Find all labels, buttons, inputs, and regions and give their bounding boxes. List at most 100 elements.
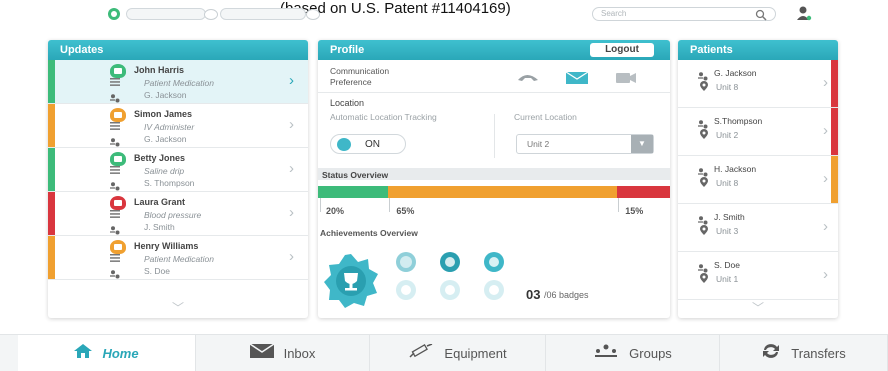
patient-name: J. Smith bbox=[714, 212, 745, 222]
location-pin-icon bbox=[700, 225, 708, 235]
badge-locked-icon[interactable] bbox=[484, 280, 504, 300]
status-percent-label: 65% bbox=[396, 206, 415, 216]
radio-icon[interactable] bbox=[204, 9, 218, 20]
chevron-right-icon[interactable]: › bbox=[823, 74, 828, 91]
patients-title: Patients bbox=[678, 40, 838, 60]
patient-list-item[interactable]: S.Thompson Unit 2 › bbox=[678, 108, 838, 156]
status-overview-header: Status Overview bbox=[318, 168, 670, 180]
update-patient-name: John Harris bbox=[134, 65, 185, 75]
tab-label: Groups bbox=[629, 346, 672, 361]
badge-earned-icon[interactable] bbox=[396, 252, 416, 272]
tab-groups[interactable]: Groups bbox=[546, 335, 720, 371]
home-icon bbox=[74, 344, 93, 363]
chevron-right-icon[interactable]: › bbox=[823, 122, 828, 139]
list-icon bbox=[110, 166, 120, 174]
logout-button[interactable]: Logout bbox=[590, 43, 654, 57]
tab-inbox[interactable]: Inbox bbox=[196, 335, 370, 371]
patient-list-item[interactable]: J. Smith Unit 3 › bbox=[678, 204, 838, 252]
radio-icon[interactable] bbox=[306, 9, 320, 20]
patient-list-item[interactable]: S. Doe Unit 1 › bbox=[678, 252, 838, 300]
chevron-right-icon[interactable]: › bbox=[823, 266, 828, 283]
badge-locked-icon[interactable] bbox=[440, 280, 460, 300]
update-staff: J. Smith bbox=[144, 222, 175, 232]
communication-icons bbox=[518, 71, 636, 84]
phone-icon[interactable] bbox=[518, 75, 538, 81]
status-percent-label: 20% bbox=[326, 206, 345, 216]
location-pin-icon bbox=[700, 177, 708, 187]
chevron-right-icon[interactable]: › bbox=[289, 204, 294, 221]
chevron-right-icon[interactable]: › bbox=[823, 218, 828, 235]
update-list-item[interactable]: Laura Grant Blood pressure J. Smith › bbox=[48, 192, 308, 236]
updates-title: Updates bbox=[48, 40, 308, 60]
divider bbox=[318, 92, 670, 93]
tab-transfers[interactable]: Transfers bbox=[720, 335, 888, 371]
chevron-right-icon[interactable]: › bbox=[289, 160, 294, 177]
tab-equipment[interactable]: Equipment bbox=[370, 335, 546, 371]
patients-list: G. Jackson Unit 8 › S.Thompson Unit 2 › … bbox=[678, 60, 838, 300]
staff-icon bbox=[110, 182, 120, 191]
envelope-icon[interactable] bbox=[565, 71, 589, 84]
status-segment bbox=[617, 186, 670, 198]
status-indicator bbox=[48, 192, 55, 235]
medical-bag-icon bbox=[110, 64, 126, 78]
update-patient-name: Betty Jones bbox=[134, 153, 186, 163]
current-location-label: Current Location bbox=[514, 112, 577, 122]
badge-grid bbox=[396, 252, 504, 300]
chevron-right-icon[interactable]: › bbox=[289, 72, 294, 89]
patient-name: G. Jackson bbox=[714, 68, 757, 78]
scroll-down-chevron-icon[interactable]: ﹀ bbox=[48, 299, 308, 316]
status-tick bbox=[389, 198, 391, 212]
location-pin-icon bbox=[700, 129, 708, 139]
patient-unit: Unit 8 bbox=[716, 178, 739, 188]
chevron-right-icon[interactable]: › bbox=[289, 116, 294, 133]
medical-bag-icon bbox=[110, 196, 126, 210]
medical-bag-icon bbox=[110, 108, 126, 122]
toggle-knob bbox=[337, 138, 351, 151]
list-icon bbox=[110, 122, 120, 130]
status-indicator bbox=[48, 236, 55, 279]
chevron-right-icon[interactable]: › bbox=[289, 248, 294, 265]
status-overview-bar bbox=[318, 186, 670, 198]
badge-locked-icon[interactable] bbox=[396, 280, 416, 300]
patient-list-item[interactable]: H. Jackson Unit 8 › bbox=[678, 156, 838, 204]
patient-list-item[interactable]: G. Jackson Unit 8 › bbox=[678, 60, 838, 108]
update-detail: Patient Medication bbox=[144, 254, 214, 264]
search-placeholder: Search bbox=[601, 9, 627, 18]
chevron-down-icon[interactable]: ▼ bbox=[631, 135, 653, 153]
update-staff: S. Thompson bbox=[144, 178, 195, 188]
update-list-item[interactable]: John Harris Patient Medication G. Jackso… bbox=[48, 60, 308, 104]
tab-home[interactable]: Home bbox=[18, 335, 196, 371]
transfer-icon bbox=[761, 343, 781, 364]
badge-earned-icon[interactable] bbox=[484, 252, 504, 272]
divider bbox=[494, 114, 495, 158]
status-indicator bbox=[831, 156, 838, 203]
search-input[interactable]: Search bbox=[592, 7, 776, 21]
staff-icon bbox=[110, 226, 120, 235]
list-icon bbox=[110, 254, 120, 262]
user-icon[interactable] bbox=[796, 5, 812, 21]
update-staff: S. Doe bbox=[144, 266, 170, 276]
status-indicator bbox=[831, 60, 838, 107]
groups-icon bbox=[593, 344, 619, 363]
medical-bag-icon bbox=[110, 240, 126, 254]
status-percent-label: 15% bbox=[625, 206, 644, 216]
updates-panel: Updates John Harris Patient Medication G… bbox=[48, 40, 308, 318]
chevron-right-icon[interactable]: › bbox=[823, 170, 828, 187]
scroll-down-chevron-icon[interactable]: ﹀ bbox=[678, 299, 838, 316]
update-list-item[interactable]: Simon James IV Administer G. Jackson › bbox=[48, 104, 308, 148]
current-location-select[interactable]: Unit 2 ▼ bbox=[516, 134, 654, 154]
update-list-item[interactable]: Betty Jones Saline drip S. Thompson › bbox=[48, 148, 308, 192]
location-tracking-toggle[interactable]: ON bbox=[330, 134, 406, 154]
badge-count: 03 bbox=[526, 287, 541, 302]
status-segment bbox=[318, 186, 389, 198]
toggle-state-label: ON bbox=[365, 139, 380, 150]
profile-header: Profile Logout bbox=[318, 40, 670, 60]
search-icon[interactable] bbox=[755, 9, 767, 21]
location-pin-icon bbox=[700, 273, 708, 283]
staff-icon bbox=[110, 138, 120, 147]
video-icon[interactable] bbox=[616, 73, 636, 83]
update-patient-name: Laura Grant bbox=[134, 197, 186, 207]
update-list-item[interactable]: Henry Williams Patient Medication S. Doe… bbox=[48, 236, 308, 280]
patient-unit: Unit 3 bbox=[716, 226, 739, 236]
badge-earned-icon[interactable] bbox=[440, 252, 460, 272]
